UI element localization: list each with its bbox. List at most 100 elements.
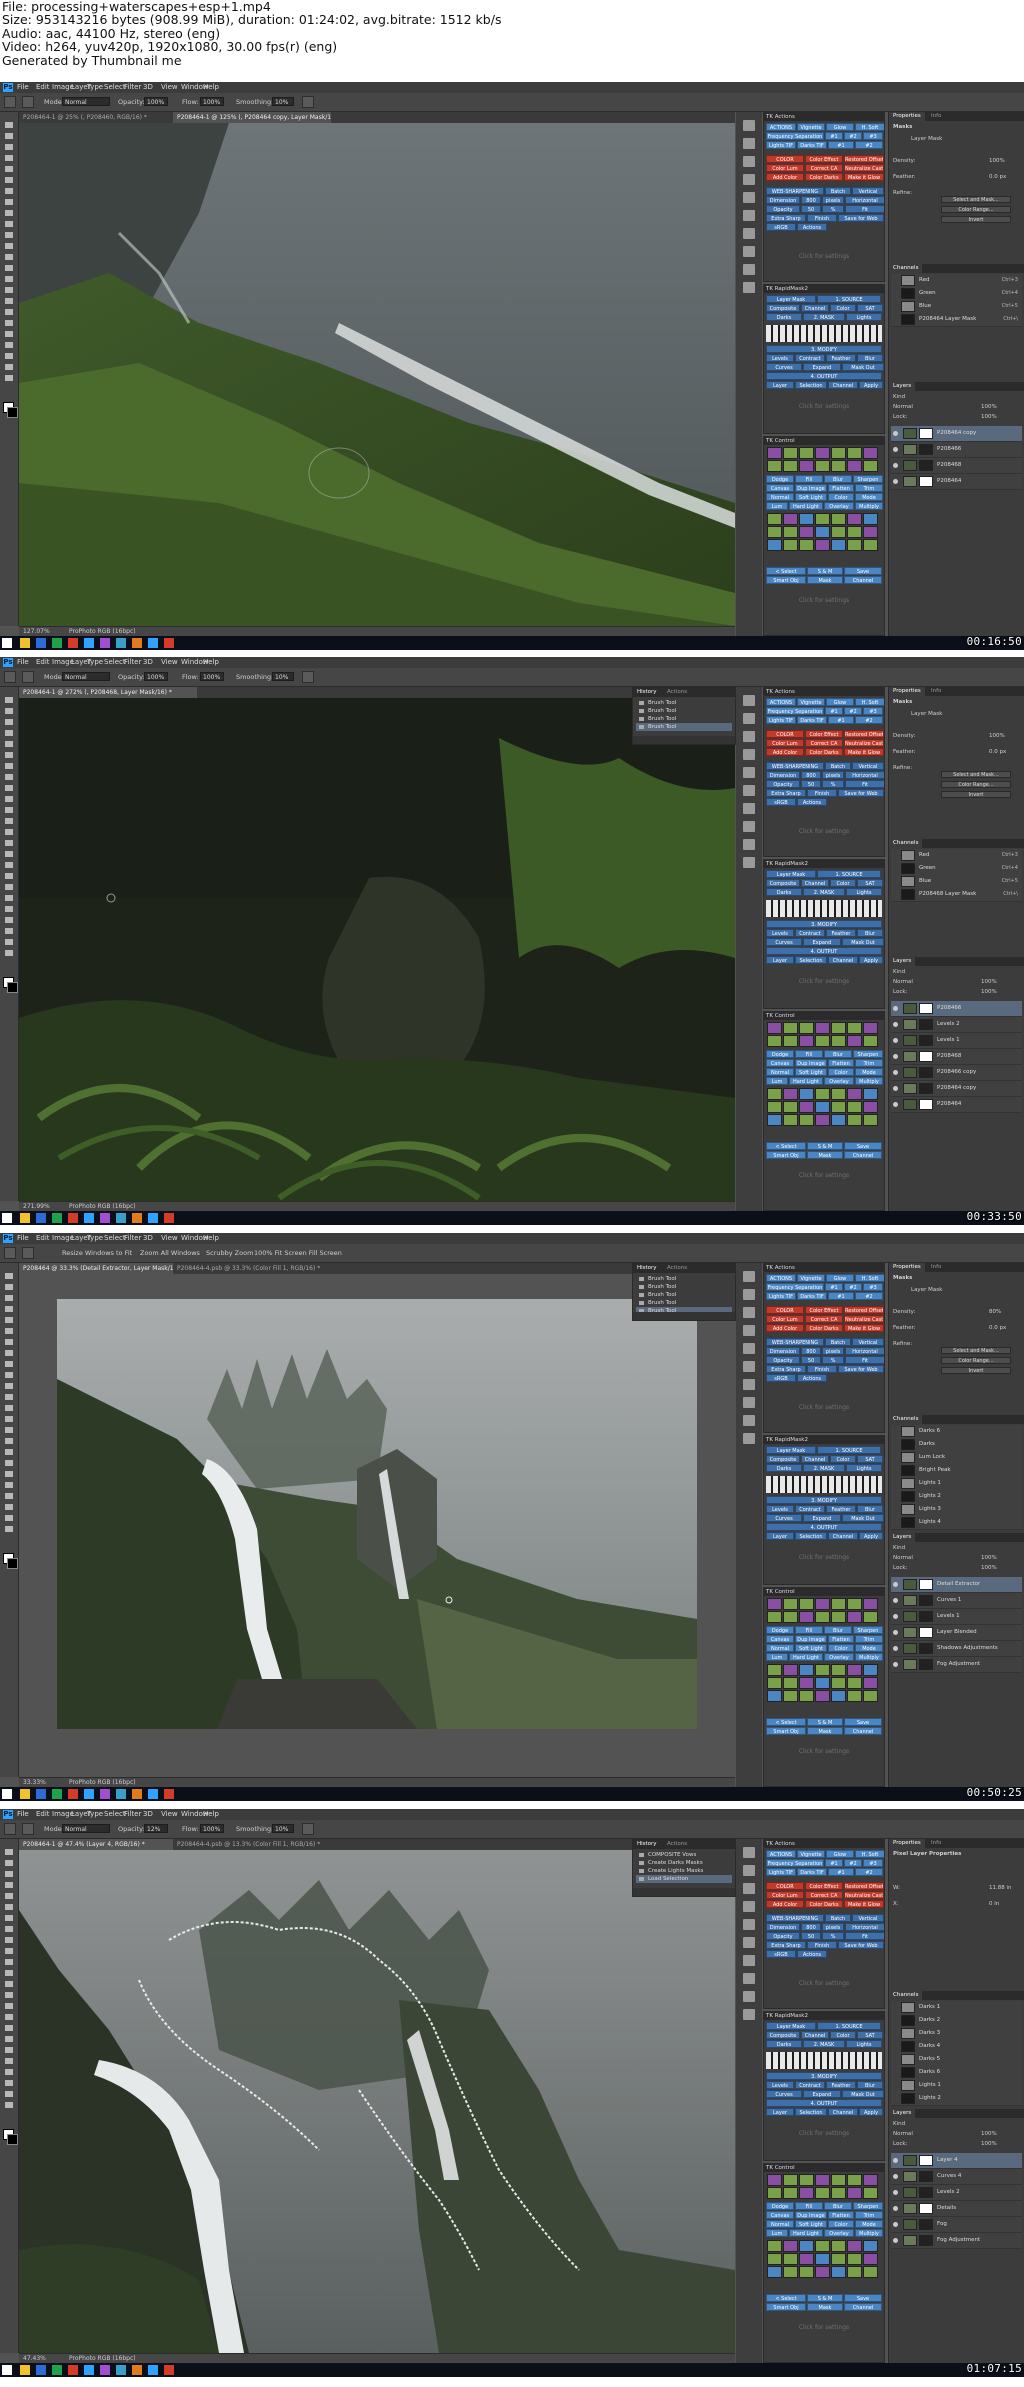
rapid-row-btn[interactable]: Contract [795, 929, 825, 937]
channel-row[interactable]: Darks [891, 1438, 1022, 1452]
panel-toggle-icon[interactable] [743, 120, 755, 131]
control-tool-icon[interactable] [799, 539, 814, 551]
layer-row[interactable]: P208464 copy [891, 1081, 1022, 1097]
rapid-row-btn[interactable]: Levels [766, 354, 794, 362]
web-row-btn[interactable]: sRGB [766, 798, 796, 806]
color-row-btn[interactable]: Color Lum [766, 739, 804, 747]
rapid-row-btn[interactable]: SAT [857, 1455, 883, 1463]
tool-icon[interactable] [5, 1992, 13, 1998]
control-tool-icon[interactable] [847, 2240, 862, 2252]
rapid-row-btn[interactable]: Composite [766, 304, 800, 312]
tool-icon[interactable] [5, 1970, 13, 1976]
history-tab[interactable]: History [633, 688, 661, 697]
tool-icon[interactable] [5, 752, 13, 758]
color-row-btn[interactable]: Color Lum [766, 164, 804, 172]
current-tool-icon[interactable] [4, 1823, 16, 1835]
control-tool-icon[interactable] [815, 1690, 830, 1702]
web-row-btn[interactable]: sRGB [766, 223, 796, 231]
web-row-btn[interactable]: Finish [807, 1941, 837, 1949]
control-row-btn[interactable]: S & M [807, 2294, 843, 2302]
menu-item[interactable]: Filter [124, 657, 141, 668]
scrubby-zoom-checkbox[interactable]: Scrubby Zoom [206, 1248, 253, 1258]
visibility-icon[interactable] [893, 2190, 898, 2195]
tool-icon[interactable] [5, 807, 13, 813]
tool-icon[interactable] [5, 232, 13, 238]
actions-row-btn[interactable]: #1 [825, 1283, 843, 1291]
actions-row-btn[interactable]: Frequency Separation [766, 1283, 824, 1291]
tool-icon[interactable] [5, 1438, 13, 1444]
rapid-row-btn[interactable]: Channel [828, 956, 858, 964]
control-row-btn[interactable]: Channel [844, 1727, 882, 1735]
history-item[interactable]: Load Selection [636, 1875, 732, 1883]
control-row-btn[interactable]: Dodge [766, 475, 794, 483]
tool-icon[interactable] [5, 155, 13, 161]
visibility-icon[interactable] [893, 2206, 898, 2211]
control-row-btn[interactable]: Canvas [766, 1059, 794, 1067]
control-tool-icon[interactable] [847, 1035, 862, 1047]
control-row-btn[interactable]: < Select [766, 2294, 806, 2302]
control-tool-icon[interactable] [767, 2240, 782, 2252]
taskbar-app-icon[interactable] [100, 1213, 110, 1223]
tool-icon[interactable] [5, 2069, 13, 2075]
opacity-input[interactable]: 100% [144, 672, 168, 681]
control-tool-icon[interactable] [863, 2253, 878, 2265]
control-tool-icon[interactable] [783, 513, 798, 525]
rapid-row-btn[interactable]: 1. SOURCE [817, 1446, 881, 1454]
windows-start-icon[interactable] [2, 638, 12, 648]
control-row-btn[interactable]: Soft Light [795, 493, 827, 501]
panel-toggle-icon[interactable] [743, 246, 755, 257]
tool-icon[interactable] [5, 1860, 13, 1866]
panel-toggle-icon[interactable] [743, 282, 755, 293]
panel-toggle-icon[interactable] [743, 138, 755, 149]
taskbar-app-icon[interactable] [132, 638, 142, 648]
web-row-btn[interactable]: Save for Web [838, 1365, 884, 1373]
color-row-btn[interactable]: Color Darks [805, 173, 843, 181]
control-tool-icon[interactable] [799, 2174, 814, 2186]
smoothing-input[interactable]: 10% [272, 1824, 294, 1833]
tool-icon[interactable] [5, 144, 13, 150]
control-tool-icon[interactable] [767, 1101, 782, 1113]
tool-icon[interactable] [5, 133, 13, 139]
control-tool-icon[interactable] [863, 2174, 878, 2186]
resize-windows-checkbox[interactable]: Resize Windows to Fit [62, 1248, 132, 1258]
control-tool-icon[interactable] [767, 513, 782, 525]
control-tool-icon[interactable] [767, 1611, 782, 1623]
tool-icon[interactable] [5, 1317, 13, 1323]
tool-icon[interactable] [5, 1394, 13, 1400]
web-row-btn[interactable]: Actions [797, 223, 827, 231]
menu-item[interactable]: Filter [124, 1233, 141, 1244]
control-tool-icon[interactable] [767, 1690, 782, 1702]
control-tool-icon[interactable] [863, 1664, 878, 1676]
menu-item[interactable]: Type [87, 1809, 103, 1820]
control-tool-icon[interactable] [831, 2253, 846, 2265]
feather-value[interactable]: 0 in [989, 1901, 999, 1908]
rapid-row-btn[interactable]: Layer Mask [766, 1446, 816, 1454]
mask-slider-strip[interactable] [766, 325, 882, 342]
rapid-row-btn[interactable]: 4. OUTPUT [766, 2099, 882, 2107]
control-tool-icon[interactable] [847, 1598, 862, 1610]
control-tool-icon[interactable] [847, 1611, 862, 1623]
windows-start-icon[interactable] [2, 1789, 12, 1799]
layer-row[interactable]: P208466 [891, 442, 1022, 458]
layer-opacity[interactable]: 100% [981, 1555, 997, 1562]
control-row-btn[interactable]: Mode [855, 1644, 883, 1652]
panel-toggle-icon[interactable] [743, 749, 755, 760]
control-tool-icon[interactable] [831, 1022, 846, 1034]
layer-row[interactable]: P208468 [891, 1049, 1022, 1065]
rapid-row-btn[interactable]: Selection [795, 1532, 827, 1540]
mode-select[interactable]: Normal [62, 672, 110, 681]
rapid-row-btn[interactable]: Expand [803, 363, 841, 371]
history-tab[interactable]: Actions [663, 1264, 691, 1273]
web-row-btn[interactable]: Extra Sharp [766, 1365, 806, 1373]
actions-row-btn[interactable]: #1 [828, 141, 854, 149]
visibility-icon[interactable] [893, 1630, 898, 1635]
tool-icon[interactable] [5, 2058, 13, 2064]
control-tool-icon[interactable] [799, 1088, 814, 1100]
visibility-icon[interactable] [893, 2238, 898, 2243]
visibility-icon[interactable] [893, 1086, 898, 1091]
color-row-btn[interactable]: Color Darks [805, 1324, 843, 1332]
taskbar-app-icon[interactable] [20, 638, 30, 648]
control-tool-icon[interactable] [863, 447, 878, 459]
menu-item[interactable]: Edit [36, 657, 50, 668]
control-row-btn[interactable]: Blur [824, 2202, 852, 2210]
